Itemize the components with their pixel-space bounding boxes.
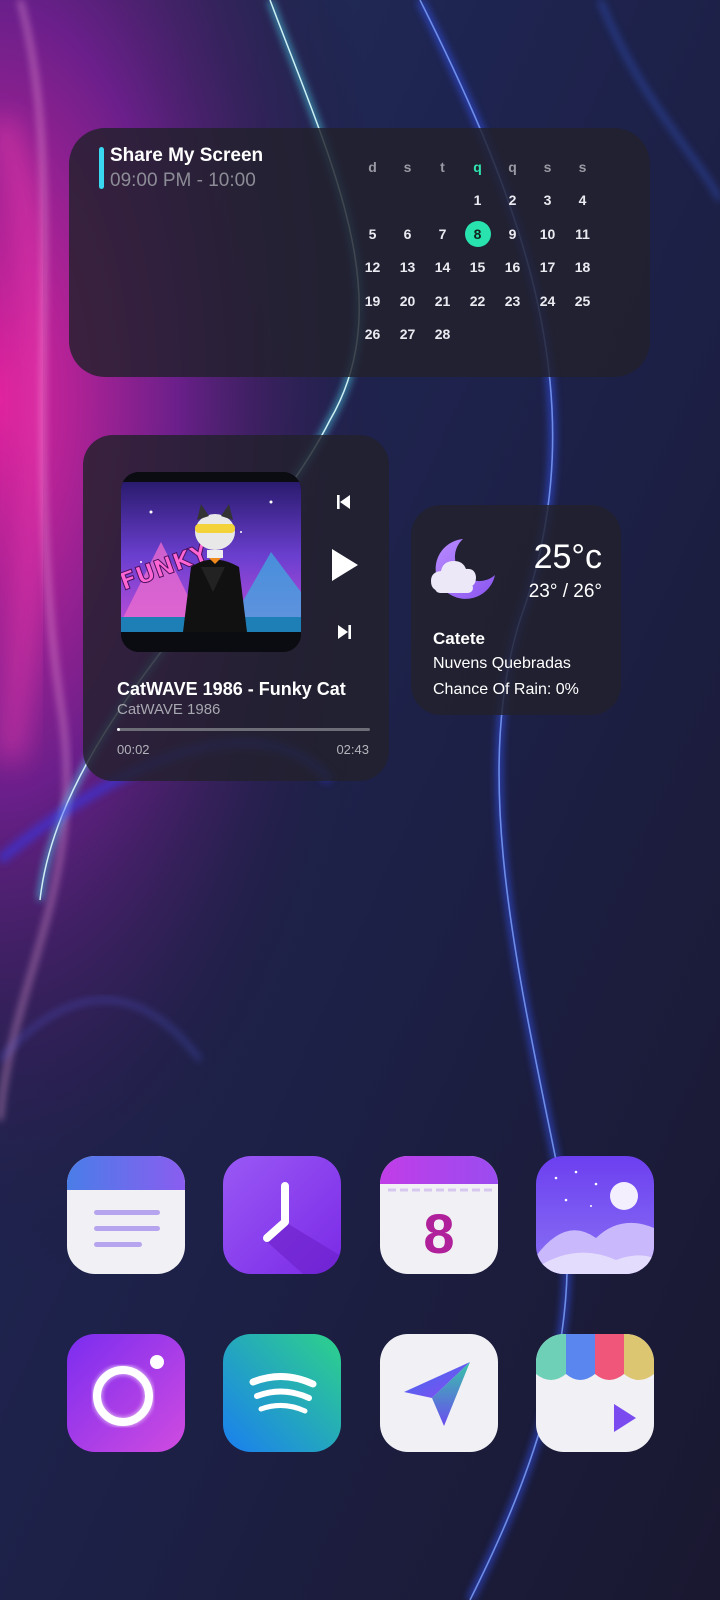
weather-temperature: 25°c: [533, 538, 602, 576]
calendar-day[interactable]: 21: [425, 293, 460, 309]
track-title: CatWAVE 1986 - Funky Cat: [117, 679, 346, 699]
browser-app[interactable]: [380, 1334, 498, 1452]
gallery-icon: [536, 1156, 654, 1274]
calendar-weekday-row: dstqqss: [355, 150, 600, 184]
calendar-week-row: 19 20 21 22 23 24 25: [355, 284, 600, 318]
calendar-icon: 8: [380, 1156, 498, 1274]
calendar-day[interactable]: 20: [390, 293, 425, 309]
skip-next-icon: [338, 625, 351, 639]
calendar-day[interactable]: 10: [530, 226, 565, 242]
calendar-grid: d s t q q s s 1 2 3 4 5 6 7 8 9 10 11 12 13 14 15 16 17 18 19 20 21…: [355, 150, 600, 351]
calendar-day[interactable]: 26: [355, 326, 390, 342]
moon-cloud-icon: [429, 535, 501, 601]
paper-plane-icon: [380, 1334, 498, 1452]
weather-location: Catete: [433, 629, 485, 648]
progress-bar[interactable]: [117, 728, 370, 731]
time-elapsed: 00:02: [117, 742, 150, 757]
calendar-day[interactable]: 7: [425, 226, 460, 242]
calendar-weekday: q: [473, 158, 482, 175]
skip-previous-button[interactable]: [330, 488, 358, 516]
calendar-day[interactable]: 11: [565, 226, 600, 242]
album-art[interactable]: FUNKY: [121, 472, 301, 652]
store-app[interactable]: [536, 1334, 654, 1452]
calendar-weekday: s: [403, 158, 412, 175]
event-time: 09:00 PM - 10:00: [110, 170, 256, 191]
calendar-week-row: 12 13 14 15 16 17 18: [355, 251, 600, 285]
weather-widget[interactable]: 25°c 23° / 26° Catete Nuvens Quebradas C…: [411, 505, 621, 715]
calendar-day[interactable]: 18: [565, 259, 600, 275]
calendar-weekday: q: [508, 158, 517, 175]
calendar-day[interactable]: 16: [495, 259, 530, 275]
calendar-day[interactable]: 19: [355, 293, 390, 309]
notes-app[interactable]: [67, 1156, 185, 1274]
calendar-day[interactable]: 5: [355, 226, 390, 242]
skip-previous-icon: [337, 495, 350, 509]
calendar-weekday: s: [578, 158, 587, 175]
store-icon: [536, 1334, 654, 1452]
calendar-day[interactable]: 4: [565, 192, 600, 208]
calendar-weekday: d: [368, 158, 377, 175]
calendar-week-row: 26 27 28: [355, 318, 600, 352]
calendar-day[interactable]: 25: [565, 293, 600, 309]
camera-app[interactable]: [67, 1334, 185, 1452]
calendar-day[interactable]: 9: [495, 226, 530, 242]
calendar-day[interactable]: 12: [355, 259, 390, 275]
svg-text:8: 8: [423, 1202, 454, 1265]
calendar-day[interactable]: 2: [495, 192, 530, 208]
calendar-day[interactable]: 15: [460, 259, 495, 275]
progress-fill: [117, 728, 121, 731]
calendar-week-row: 1234: [355, 184, 600, 218]
gallery-app[interactable]: [536, 1156, 654, 1274]
calendar-day[interactable]: 23: [495, 293, 530, 309]
calendar-day[interactable]: 24: [530, 293, 565, 309]
clock-icon: [223, 1156, 341, 1274]
calendar-app[interactable]: 8: [380, 1156, 498, 1274]
calendar-week-row: 5 6 7 8 9 10 11: [355, 217, 600, 251]
skip-next-button[interactable]: [330, 618, 358, 646]
calendar-day[interactable]: 1: [460, 192, 495, 208]
event-title[interactable]: Share My Screen: [110, 145, 263, 167]
calendar-day[interactable]: 28: [425, 326, 460, 342]
spotify-icon: [223, 1334, 341, 1452]
weather-rain-chance: Chance Of Rain: 0%: [433, 681, 579, 698]
calendar-day[interactable]: 13: [390, 259, 425, 275]
calendar-widget[interactable]: Share My Screen 09:00 PM - 10:00 d s t q q s s…: [69, 128, 650, 377]
calendar-day[interactable]: 3: [530, 192, 565, 208]
calendar-day[interactable]: 17: [530, 259, 565, 275]
time-total: 02:43: [336, 742, 369, 757]
spotify-app[interactable]: [223, 1334, 341, 1452]
clock-app[interactable]: [223, 1156, 341, 1274]
notes-icon: [67, 1156, 185, 1274]
play-button[interactable]: [325, 543, 363, 587]
calendar-day[interactable]: 14: [425, 259, 460, 275]
track-artist: CatWAVE 1986: [117, 701, 221, 718]
calendar-day[interactable]: 27: [390, 326, 425, 342]
calendar-weekday: s: [543, 158, 552, 175]
event-color-bar: [99, 147, 104, 189]
calendar-day[interactable]: 6: [390, 226, 425, 242]
calendar-weekday: t: [440, 158, 445, 175]
weather-range: 23° / 26°: [528, 581, 602, 602]
calendar-today[interactable]: 8: [460, 220, 495, 247]
weather-condition: Nuvens Quebradas: [433, 655, 571, 672]
calendar-day[interactable]: 22: [460, 293, 495, 309]
camera-icon: [67, 1334, 185, 1452]
music-player-widget[interactable]: FUNKY CatWAVE 1986 - Funky Cat CatWAVE 1…: [83, 435, 389, 781]
play-icon: [332, 549, 358, 581]
